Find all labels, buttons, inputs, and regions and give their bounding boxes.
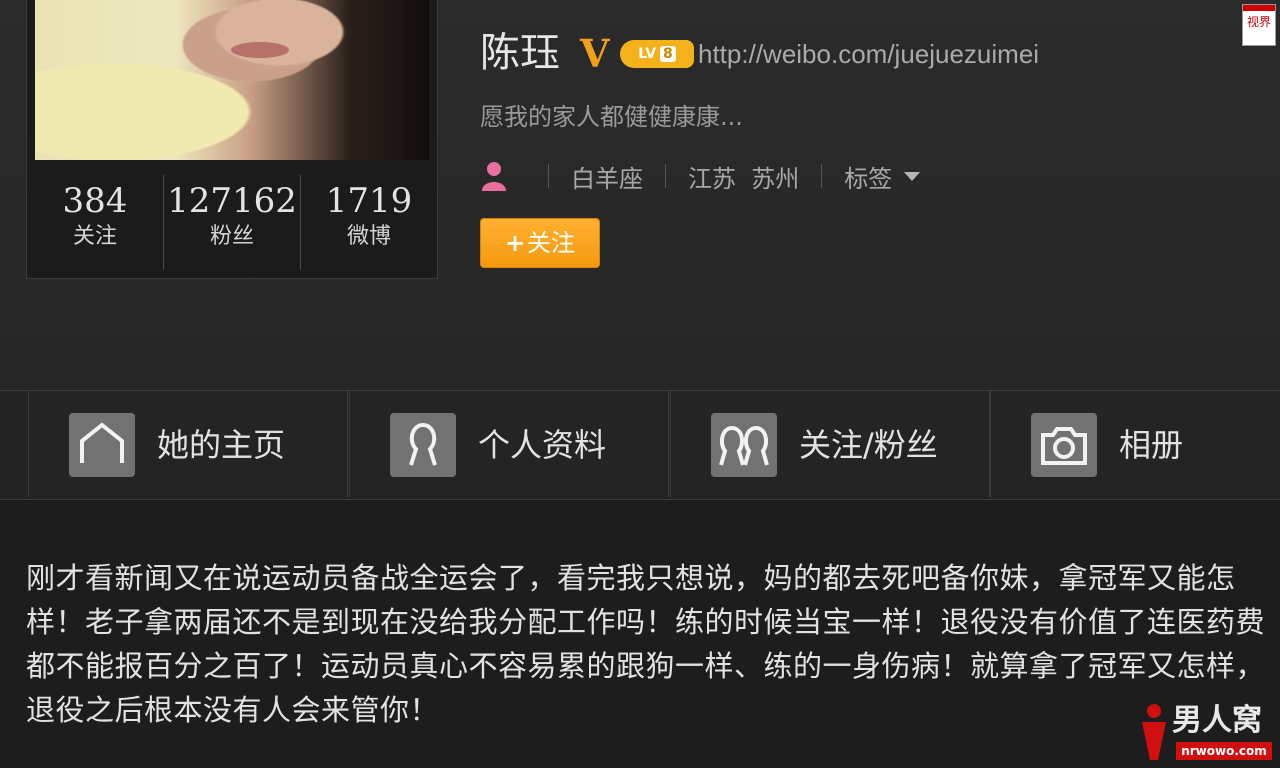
camera-icon <box>1031 413 1097 477</box>
tab-follow-fans[interactable]: 关注/粉丝 <box>670 391 990 497</box>
stat-value: 127162 <box>167 181 297 221</box>
gender-female-icon <box>482 162 506 191</box>
tab-home[interactable]: 她的主页 <box>28 391 348 497</box>
person-icon <box>390 413 456 477</box>
follow-button[interactable]: +关注 <box>480 218 600 268</box>
tab-album[interactable]: 相册 <box>990 391 1280 497</box>
location-label: 江苏 苏州 <box>688 164 800 193</box>
divider <box>665 164 666 188</box>
watermark-figure-icon <box>1142 704 1166 760</box>
profile-bio: 愿我的家人都健健康康... <box>480 103 743 131</box>
stat-followers[interactable]: 127162 粉丝 <box>163 175 300 270</box>
tab-profile[interactable]: 个人资料 <box>349 391 669 497</box>
tab-label: 她的主页 <box>157 426 286 464</box>
profile-name: 陈珏 <box>480 30 560 76</box>
divider <box>821 164 823 188</box>
profile-url-link[interactable]: http://weibo.com/juejuezuimei <box>698 36 1039 72</box>
stat-label: 粉丝 <box>209 224 254 249</box>
tab-label: 个人资料 <box>478 426 607 464</box>
chevron-down-icon[interactable] <box>904 171 921 181</box>
home-icon <box>69 413 135 477</box>
tab-label: 关注/粉丝 <box>799 426 938 464</box>
tab-label: 相册 <box>1119 426 1184 464</box>
divider <box>548 164 549 188</box>
watermark-logo-top: 视界 <box>1242 4 1276 46</box>
weibo-profile-page: 384 关注 127162 粉丝 1719 微博 陈珏 V LV 8 http:/… <box>0 0 1280 768</box>
stat-label: 微博 <box>346 224 391 249</box>
level-badge[interactable]: LV 8 <box>620 40 694 68</box>
stat-label: 关注 <box>72 224 117 249</box>
tags-dropdown[interactable]: 标签 <box>844 159 892 194</box>
post-text: 刚才看新闻又在说运动员备战全运会了，看完我只想说，妈的都去死吧备你妹，拿冠军又能… <box>26 561 1266 727</box>
people-icon <box>711 413 777 477</box>
profile-nav-tabs: 她的主页 个人资料 关注/粉丝 相册 <box>0 390 1280 500</box>
stat-value: 384 <box>62 181 128 221</box>
profile-stats: 384 关注 127162 粉丝 1719 微博 <box>27 175 437 270</box>
profile-card: 384 关注 127162 粉丝 1719 微博 <box>26 0 438 279</box>
stat-value: 1719 <box>325 181 413 221</box>
profile-meta: 白羊座 江苏 苏州 标签 <box>480 158 921 194</box>
zodiac-label: 白羊座 <box>571 164 643 193</box>
verified-icon[interactable]: V <box>580 30 609 78</box>
stat-following[interactable]: 384 关注 <box>27 175 163 270</box>
avatar[interactable] <box>35 0 429 160</box>
stat-posts[interactable]: 1719 微博 <box>300 175 437 270</box>
watermark-logo-bottom: 男人窝 nrwowo.com <box>1136 702 1274 764</box>
